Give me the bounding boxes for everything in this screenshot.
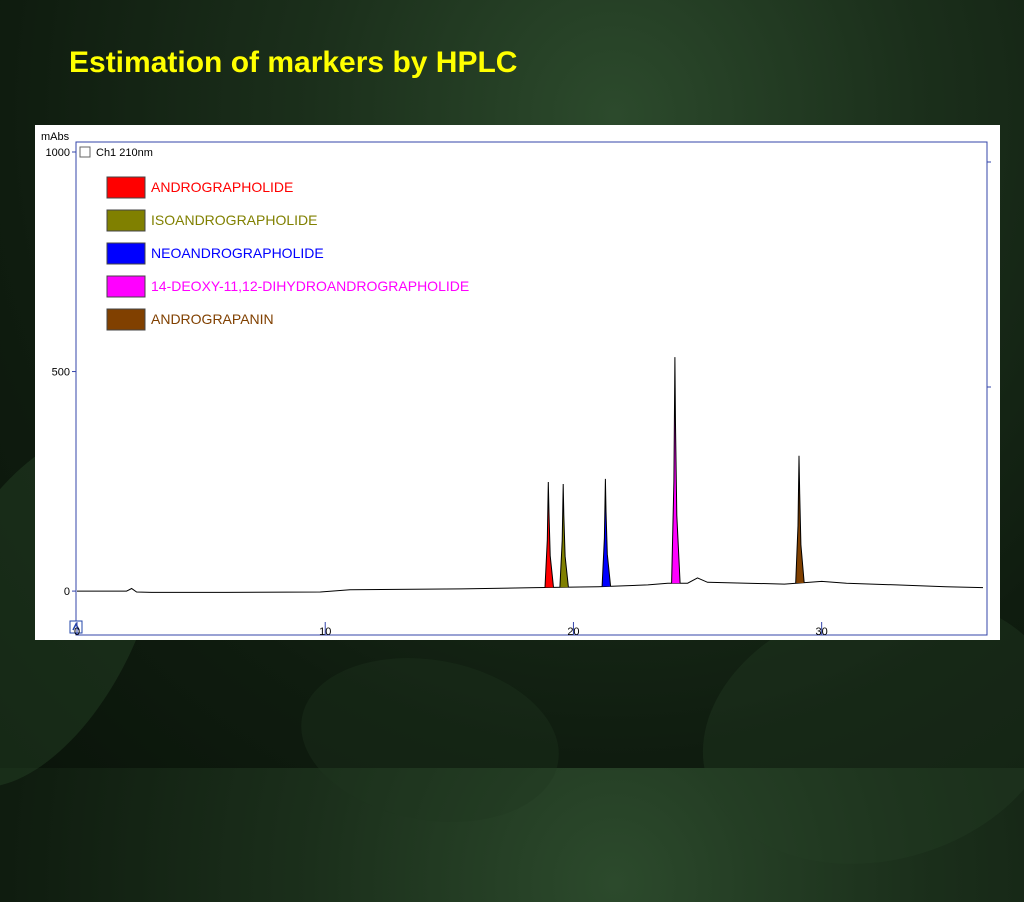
legend-label: ANDROGRAPHOLIDE <box>151 179 293 195</box>
channel-label: Ch1 210nm <box>96 147 153 159</box>
x-tick-label: 20 <box>567 626 579 638</box>
x-tick-label: 10 <box>319 626 331 638</box>
legend-label: ANDROGRAPANIN <box>151 311 274 327</box>
hplc-chromatogram: mAbs Ch1 210nm 0 500 1000 0 10 20 30 ANDROGRAP… <box>41 131 991 638</box>
y-tick-label: 1000 <box>46 147 70 159</box>
channel-checkbox[interactable] <box>79 146 91 158</box>
chromatogram-panel: mAbs Ch1 210nm 0 500 1000 0 10 20 30 ANDROGRAP… <box>35 125 1000 640</box>
legend-swatch <box>106 308 146 331</box>
y-tick-label: 500 <box>52 367 70 379</box>
y-axis-label: mAbs <box>41 131 70 143</box>
legend-label: ISOANDROGRAPHOLIDE <box>151 212 317 228</box>
x-tick-label: 0 <box>74 626 80 638</box>
chromatogram-baseline <box>77 577 984 593</box>
slide-title: Estimation of markers by HPLC <box>69 46 518 79</box>
legend-swatch <box>106 275 146 298</box>
legend-swatch <box>106 176 146 199</box>
y-tick-label: 0 <box>64 586 70 598</box>
background-leaf <box>288 638 572 842</box>
x-tick-label: 30 <box>816 626 828 638</box>
legend-label: 14-DEOXY-11,12-DIHYDROANDROGRAPHOLIDE <box>151 278 469 294</box>
legend-swatch <box>106 209 146 232</box>
legend-swatch <box>106 242 146 265</box>
legend-label: NEOANDROGRAPHOLIDE <box>151 245 324 261</box>
